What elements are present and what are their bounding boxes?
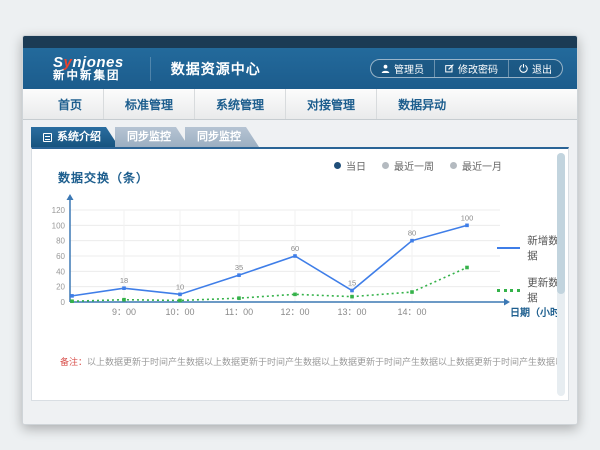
app-header: Synjones 新中新集团 数据资源中心 管理员 修改密码 退出 bbox=[23, 48, 577, 89]
svg-text:13：00: 13：00 bbox=[337, 307, 366, 317]
solid-line-icon bbox=[497, 247, 520, 249]
filter-today[interactable]: 当日 bbox=[334, 158, 366, 173]
svg-text:11：00: 11：00 bbox=[225, 307, 253, 317]
svg-text:10：00: 10：00 bbox=[165, 307, 194, 317]
footnote-label: 备注： bbox=[60, 357, 87, 367]
svg-text:10: 10 bbox=[176, 282, 184, 291]
window-top-strip bbox=[23, 36, 577, 48]
svg-text:80: 80 bbox=[408, 229, 416, 238]
logout-label: 退出 bbox=[532, 61, 552, 76]
svg-text:35: 35 bbox=[235, 263, 243, 272]
tab-sync-monitor-2-label: 同步监控 bbox=[197, 127, 241, 147]
brand-name: Synjones bbox=[53, 55, 124, 71]
svg-text:100: 100 bbox=[461, 213, 474, 222]
svg-text:18: 18 bbox=[120, 276, 128, 285]
content-area: 系统介绍 同步监控 同步监控 当日 最近一周 bbox=[23, 120, 577, 425]
radio-unselected-icon bbox=[382, 162, 389, 169]
user-icon bbox=[381, 64, 390, 73]
change-password-label: 修改密码 bbox=[458, 61, 498, 76]
svg-text:9：00: 9：00 bbox=[112, 307, 136, 317]
change-password-button[interactable]: 修改密码 bbox=[434, 60, 508, 77]
scrollbar-thumb[interactable] bbox=[557, 153, 565, 294]
logout-button[interactable]: 退出 bbox=[508, 60, 562, 77]
desktop-background: Synjones 新中新集团 数据资源中心 管理员 修改密码 退出 bbox=[0, 0, 600, 450]
nav-item-interface-mgmt[interactable]: 对接管理 bbox=[285, 89, 376, 119]
svg-text:60: 60 bbox=[56, 252, 65, 261]
panel-scrollbar[interactable] bbox=[557, 153, 565, 396]
radio-unselected-icon bbox=[450, 162, 457, 169]
svg-text:0: 0 bbox=[61, 298, 66, 307]
footnote-text: 以上数据更新于时间产生数据以上数据更新于时间产生数据以上数据更新于时间产生数据以… bbox=[87, 357, 560, 367]
user-actions-group: 管理员 修改密码 退出 bbox=[370, 59, 563, 78]
filter-last-month-label: 最近一月 bbox=[462, 158, 502, 173]
tab-sync-monitor-1-label: 同步监控 bbox=[127, 127, 171, 147]
filter-last-week-label: 最近一周 bbox=[394, 158, 434, 173]
edit-icon bbox=[445, 64, 454, 73]
filter-today-label: 当日 bbox=[346, 158, 366, 173]
nav-item-home[interactable]: 首页 bbox=[37, 89, 103, 119]
content-panel: 当日 最近一周 最近一月 数据交换（条） 0 20 40 60 80 100 120 9：00… bbox=[31, 147, 569, 401]
svg-text:60: 60 bbox=[291, 244, 299, 253]
filter-last-week[interactable]: 最近一周 bbox=[382, 158, 434, 173]
dotted-line-icon bbox=[497, 289, 520, 292]
svg-text:14：00: 14：00 bbox=[397, 307, 426, 317]
filter-last-month[interactable]: 最近一月 bbox=[450, 158, 502, 173]
admin-user-button[interactable]: 管理员 bbox=[371, 60, 434, 77]
svg-text:80: 80 bbox=[56, 237, 65, 246]
power-icon bbox=[519, 64, 528, 73]
nav-item-standard-mgmt[interactable]: 标准管理 bbox=[103, 89, 194, 119]
brand-company-name: 新中新集团 bbox=[53, 70, 124, 82]
page-title: 数据资源中心 bbox=[150, 57, 261, 81]
tab-system-intro-label: 系统介绍 bbox=[57, 127, 101, 147]
main-nav: 首页 标准管理 系统管理 对接管理 数据异动 bbox=[23, 89, 577, 120]
period-filter-group: 当日 最近一周 最近一月 bbox=[334, 158, 502, 173]
svg-text:120: 120 bbox=[52, 206, 66, 215]
admin-user-label: 管理员 bbox=[394, 61, 424, 76]
svg-text:40: 40 bbox=[56, 267, 65, 276]
document-icon bbox=[43, 133, 52, 142]
nav-item-system-mgmt[interactable]: 系统管理 bbox=[194, 89, 285, 119]
tab-bar: 系统介绍 同步监控 同步监控 bbox=[31, 127, 259, 147]
tab-system-intro[interactable]: 系统介绍 bbox=[31, 127, 119, 147]
svg-text:12：00: 12：00 bbox=[280, 307, 309, 317]
footnote: 备注：以上数据更新于时间产生数据以上数据更新于时间产生数据以上数据更新于时间产生… bbox=[60, 355, 560, 368]
tab-sync-monitor-1[interactable]: 同步监控 bbox=[115, 127, 189, 147]
radio-selected-icon bbox=[334, 162, 341, 169]
svg-text:15: 15 bbox=[348, 279, 356, 288]
brand-logo: Synjones 新中新集团 bbox=[53, 55, 124, 83]
line-chart: 0 20 40 60 80 100 120 9：00 10：00 11：00 12：00 13：00 1… bbox=[32, 187, 572, 347]
nav-item-data-change[interactable]: 数据异动 bbox=[376, 89, 467, 119]
chart-y-axis-title: 数据交换（条） bbox=[58, 169, 149, 186]
tab-sync-monitor-2[interactable]: 同步监控 bbox=[185, 127, 259, 147]
app-window: Synjones 新中新集团 数据资源中心 管理员 修改密码 退出 bbox=[22, 35, 578, 425]
svg-text:100: 100 bbox=[52, 221, 66, 230]
svg-text:20: 20 bbox=[56, 283, 65, 292]
